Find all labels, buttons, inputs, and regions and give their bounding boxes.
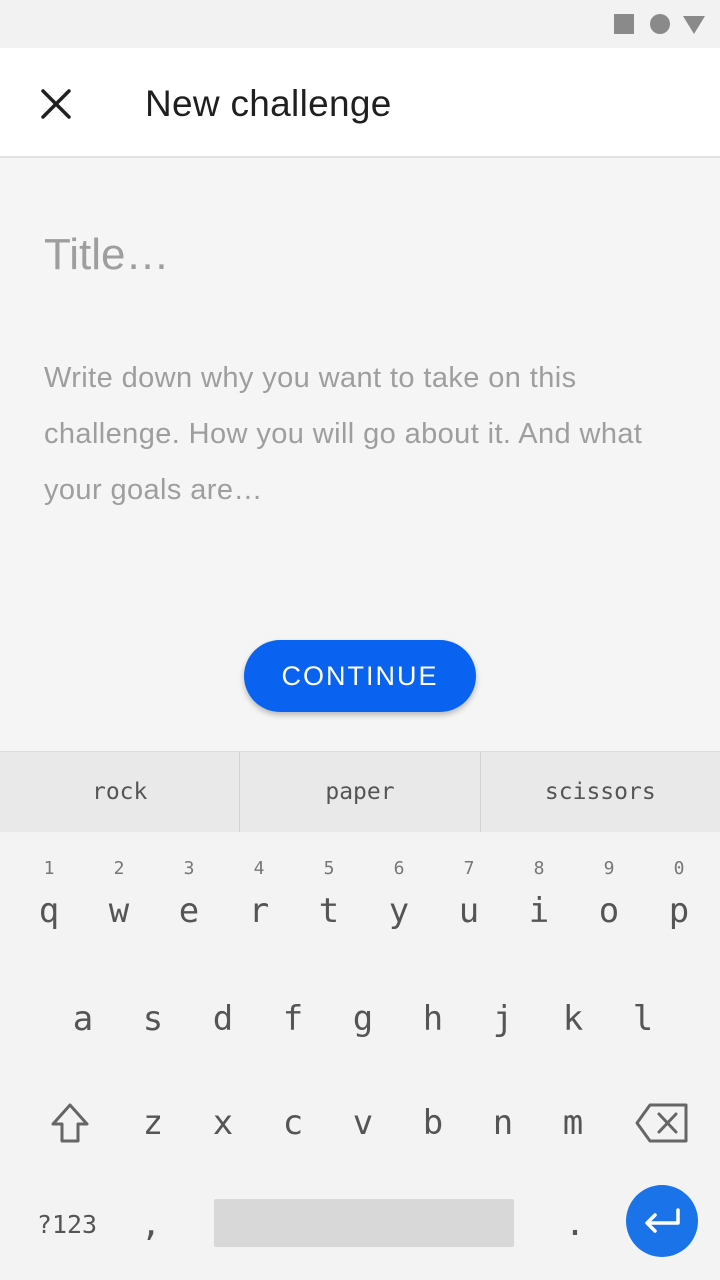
- app-bar: New challenge: [0, 48, 720, 158]
- key-y[interactable]: 6y: [364, 852, 434, 942]
- key-z[interactable]: z: [118, 1088, 188, 1158]
- symbols-key[interactable]: ?123: [22, 1189, 112, 1259]
- key-k[interactable]: k: [538, 984, 608, 1054]
- key-c[interactable]: c: [258, 1088, 328, 1158]
- key-n[interactable]: n: [468, 1088, 538, 1158]
- back-icon: [683, 16, 705, 34]
- key-l[interactable]: l: [608, 984, 678, 1054]
- backspace-key[interactable]: [626, 1088, 698, 1158]
- key-g[interactable]: g: [328, 984, 398, 1054]
- page-title: New challenge: [145, 83, 392, 124]
- key-i[interactable]: 8i: [504, 852, 574, 942]
- comma-key[interactable]: ,: [116, 1189, 186, 1259]
- key-u[interactable]: 7u: [434, 852, 504, 942]
- title-input[interactable]: Title…: [44, 230, 170, 280]
- suggestion-paper[interactable]: paper: [240, 752, 481, 832]
- key-v[interactable]: v: [328, 1088, 398, 1158]
- close-icon: [41, 89, 71, 119]
- space-key[interactable]: [214, 1199, 514, 1247]
- enter-icon: [645, 1208, 680, 1233]
- key-r[interactable]: 4r: [224, 852, 294, 942]
- key-a[interactable]: a: [48, 984, 118, 1054]
- key-o[interactable]: 9o: [574, 852, 644, 942]
- shift-key[interactable]: [34, 1088, 106, 1158]
- key-e[interactable]: 3e: [154, 852, 224, 942]
- recents-icon: [614, 14, 634, 34]
- period-key[interactable]: .: [540, 1189, 610, 1259]
- key-q[interactable]: 1q: [14, 852, 84, 942]
- key-j[interactable]: j: [468, 984, 538, 1054]
- key-p[interactable]: 0p: [644, 852, 714, 942]
- key-d[interactable]: d: [188, 984, 258, 1054]
- suggestion-rock[interactable]: rock: [0, 752, 241, 832]
- shift-icon: [51, 1103, 89, 1143]
- suggestion-bar: rock paper scissors: [0, 752, 720, 832]
- suggestion-scissors[interactable]: scissors: [481, 752, 720, 832]
- continue-button[interactable]: CONTINUE: [244, 640, 476, 712]
- key-s[interactable]: s: [118, 984, 188, 1054]
- key-w[interactable]: 2w: [84, 852, 154, 942]
- home-icon: [650, 14, 670, 34]
- soft-keyboard: rock paper scissors 1q 2w 3e 4r 5t 6y 7u…: [0, 751, 720, 1280]
- enter-key[interactable]: [626, 1185, 698, 1257]
- key-f[interactable]: f: [258, 984, 328, 1054]
- description-input[interactable]: Write down why you want to take on this …: [44, 350, 684, 518]
- backspace-icon: [635, 1103, 688, 1143]
- key-x[interactable]: x: [188, 1088, 258, 1158]
- close-button[interactable]: [24, 72, 88, 136]
- key-t[interactable]: 5t: [294, 852, 364, 942]
- key-b[interactable]: b: [398, 1088, 468, 1158]
- key-h[interactable]: h: [398, 984, 468, 1054]
- key-m[interactable]: m: [538, 1088, 608, 1158]
- status-bar: [0, 0, 720, 48]
